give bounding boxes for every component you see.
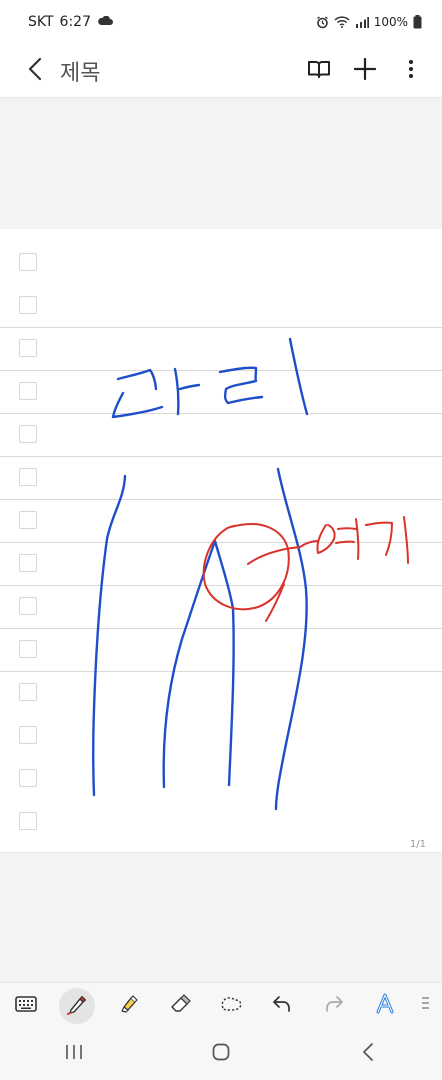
- redo-button[interactable]: [316, 988, 352, 1024]
- note-title[interactable]: 제목: [60, 55, 100, 87]
- back-arrow-icon: [362, 1043, 374, 1065]
- pen-icon: [66, 993, 88, 1019]
- text-style-icon: [375, 993, 395, 1019]
- battery-level: 100%: [373, 15, 408, 29]
- system-back-button[interactable]: [338, 1034, 398, 1074]
- redo-icon: [324, 995, 344, 1017]
- more-options-button[interactable]: [392, 52, 430, 90]
- keyboard-icon: [15, 995, 37, 1016]
- text-lines-icon: [421, 995, 429, 1017]
- keyboard-button[interactable]: [8, 988, 44, 1024]
- blue-leg-strokes: [92, 467, 308, 811]
- battery-icon: [413, 15, 422, 29]
- reading-mode-button[interactable]: [300, 52, 338, 90]
- lasso-tool-button[interactable]: [213, 988, 249, 1024]
- wifi-icon: [334, 16, 350, 28]
- status-left: SKT 6:27: [28, 14, 113, 30]
- book-icon: [307, 59, 331, 83]
- handwriting-layer: [92, 337, 409, 811]
- eraser-tool-button[interactable]: [162, 988, 198, 1024]
- status-right: 100%: [316, 15, 422, 29]
- highlighter-tool-button[interactable]: [111, 988, 147, 1024]
- app-bar: 제목: [0, 44, 442, 98]
- clock: 6:27: [59, 14, 91, 30]
- back-button[interactable]: [14, 50, 56, 92]
- more-tools-button[interactable]: [418, 988, 432, 1024]
- recent-apps-button[interactable]: [44, 1034, 104, 1074]
- cloud-icon: [97, 14, 113, 30]
- pen-tool-button[interactable]: [59, 987, 96, 1024]
- home-button[interactable]: [191, 1034, 251, 1074]
- carrier-label: SKT: [28, 14, 54, 30]
- drawing-toolbar: [0, 982, 442, 1028]
- undo-button[interactable]: [264, 988, 300, 1024]
- highlighter-icon: [118, 993, 140, 1019]
- status-bar: SKT 6:27 100%: [0, 0, 442, 44]
- plus-icon: [353, 57, 377, 84]
- blue-word-strokes: [111, 337, 309, 419]
- canvas-background-bottom: [0, 854, 442, 982]
- add-page-button[interactable]: [346, 52, 384, 90]
- note-page[interactable]: 1/1: [0, 229, 442, 853]
- more-vertical-icon: [408, 59, 414, 83]
- undo-icon: [272, 995, 292, 1017]
- text-style-button[interactable]: [367, 988, 403, 1024]
- chevron-left-icon: [27, 57, 43, 85]
- alarm-icon: [316, 15, 329, 29]
- canvas-background-top: [0, 98, 442, 229]
- page-counter: 1/1: [409, 839, 426, 850]
- home-icon: [212, 1043, 230, 1065]
- app-actions: [300, 52, 442, 90]
- lasso-icon: [219, 994, 243, 1018]
- system-navigation-bar: [0, 1028, 442, 1080]
- recent-apps-icon: [64, 1044, 84, 1064]
- signal-icon: [355, 16, 369, 28]
- eraser-icon: [169, 993, 191, 1019]
